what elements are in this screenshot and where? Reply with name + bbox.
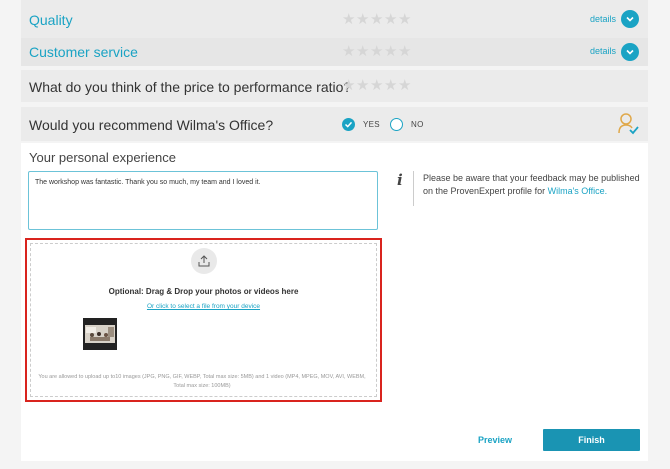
chevron-down-icon[interactable] bbox=[621, 43, 639, 61]
star-icon[interactable]: ★ bbox=[342, 78, 355, 93]
details-link-customer-service[interactable]: details bbox=[590, 46, 616, 56]
experience-card: Your personal experience The workshop wa… bbox=[21, 143, 648, 461]
experience-textarea[interactable]: The workshop was fantastic. Thank you so… bbox=[28, 171, 378, 230]
upload-icon[interactable] bbox=[191, 248, 217, 274]
recommend-row: Would you recommend Wilma's Office? YES … bbox=[21, 107, 648, 141]
star-rating-customer-service[interactable]: ★ ★ ★ ★ ★ bbox=[342, 44, 411, 59]
rating-label-price-performance: What do you think of the price to perfor… bbox=[29, 79, 352, 95]
star-icon[interactable]: ★ bbox=[398, 44, 411, 59]
info-message: Please be aware that your feedback may b… bbox=[423, 173, 640, 196]
rating-label-customer-service: Customer service bbox=[29, 44, 138, 60]
rating-row-price-performance: What do you think of the price to perfor… bbox=[21, 70, 648, 102]
recommend-no-label: NO bbox=[411, 120, 424, 129]
recommend-label: Would you recommend Wilma's Office? bbox=[29, 117, 274, 133]
star-icon[interactable]: ★ bbox=[370, 78, 383, 93]
experience-title: Your personal experience bbox=[29, 150, 176, 165]
upload-limits-note: You are allowed to upload up to10 images… bbox=[38, 374, 366, 389]
star-icon[interactable]: ★ bbox=[356, 12, 369, 27]
finish-button[interactable]: Finish bbox=[543, 429, 640, 451]
star-icon[interactable]: ★ bbox=[370, 44, 383, 59]
recommend-yes-radio[interactable] bbox=[342, 118, 355, 131]
rating-row-quality: Quality ★ ★ ★ ★ ★ details bbox=[21, 0, 648, 38]
star-icon[interactable]: ★ bbox=[356, 44, 369, 59]
details-link-quality[interactable]: details bbox=[590, 14, 616, 24]
select-file-link[interactable]: Or click to select a file from your devi… bbox=[27, 303, 380, 310]
info-text: Please be aware that your feedback may b… bbox=[423, 172, 645, 198]
star-icon[interactable]: ★ bbox=[342, 12, 355, 27]
uploaded-image-thumbnail[interactable] bbox=[83, 318, 117, 350]
media-dropzone[interactable]: Optional: Drag & Drop your photos or vid… bbox=[25, 238, 382, 402]
recommend-no-radio[interactable] bbox=[390, 118, 403, 131]
star-icon[interactable]: ★ bbox=[384, 78, 397, 93]
rating-row-customer-service: Customer service ★ ★ ★ ★ ★ details bbox=[21, 38, 648, 66]
star-rating-price-performance[interactable]: ★ ★ ★ ★ ★ bbox=[342, 78, 411, 93]
recommend-yes-label: YES bbox=[363, 120, 380, 129]
star-rating-quality[interactable]: ★ ★ ★ ★ ★ bbox=[342, 12, 411, 27]
star-icon[interactable]: ★ bbox=[384, 44, 397, 59]
star-icon[interactable]: ★ bbox=[384, 12, 397, 27]
chevron-down-icon[interactable] bbox=[621, 10, 639, 28]
info-divider bbox=[413, 171, 414, 206]
rating-label-quality: Quality bbox=[29, 12, 73, 28]
star-icon[interactable]: ★ bbox=[342, 44, 355, 59]
star-icon[interactable]: ★ bbox=[398, 12, 411, 27]
star-icon[interactable]: ★ bbox=[356, 78, 369, 93]
verified-user-icon bbox=[618, 112, 640, 141]
profile-link[interactable]: Wilma's Office. bbox=[548, 186, 608, 196]
info-icon: i bbox=[397, 171, 403, 189]
dropzone-title: Optional: Drag & Drop your photos or vid… bbox=[108, 287, 299, 296]
star-icon[interactable]: ★ bbox=[398, 78, 411, 93]
star-icon[interactable]: ★ bbox=[370, 12, 383, 27]
preview-button[interactable]: Preview bbox=[478, 435, 512, 445]
